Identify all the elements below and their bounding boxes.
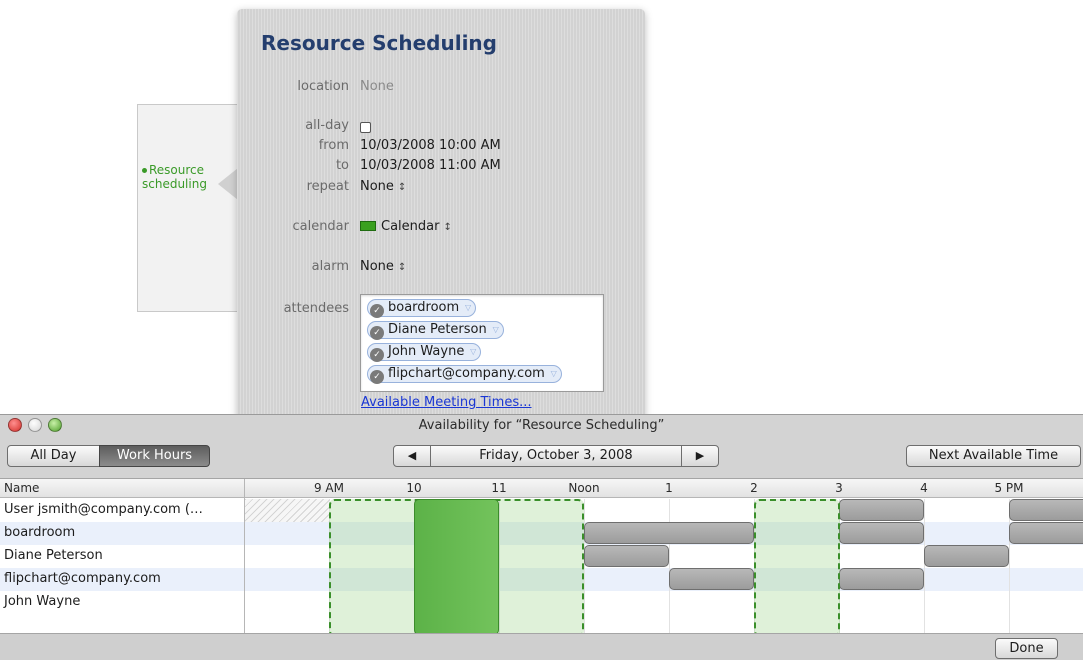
busy-block[interactable] bbox=[924, 545, 1009, 567]
event-inspector: Resource Scheduling location None all-da… bbox=[237, 9, 645, 429]
calendar-popup[interactable]: Calendar ↕ bbox=[360, 219, 452, 234]
allday-checkbox[interactable] bbox=[360, 122, 371, 133]
hour-label: 11 bbox=[491, 481, 507, 495]
busy-block[interactable] bbox=[839, 522, 924, 544]
previous-day-button[interactable]: ◀ bbox=[393, 445, 431, 467]
allday-label: all-day bbox=[305, 118, 349, 133]
busy-block[interactable] bbox=[839, 568, 924, 590]
attendee-token[interactable]: ✓ Diane Peterson ▽ bbox=[367, 321, 504, 340]
attendee-token[interactable]: ✓ John Wayne ▽ bbox=[367, 343, 482, 362]
hour-label: 3 bbox=[835, 481, 843, 495]
availability-window: Availability for “Resource Scheduling” A… bbox=[0, 414, 1083, 660]
hour-label: 1 bbox=[665, 481, 673, 495]
updown-arrows-icon: ↕ bbox=[443, 222, 452, 233]
calendar-value: Calendar bbox=[381, 219, 440, 234]
next-day-button[interactable]: ▶ bbox=[681, 445, 719, 467]
hour-label: Noon bbox=[568, 481, 600, 495]
chevron-down-icon[interactable]: ▽ bbox=[551, 366, 557, 382]
available-meeting-times-link[interactable]: Available Meeting Times... bbox=[361, 395, 532, 410]
attendee-name: flipchart@company.com bbox=[4, 571, 161, 586]
arrow-left-icon: ◀ bbox=[407, 449, 417, 462]
unavailable-hatch bbox=[245, 499, 330, 522]
name-column-header[interactable]: Name bbox=[4, 481, 39, 495]
attendee-token[interactable]: ✓ flipchart@company.com ▽ bbox=[367, 365, 562, 384]
busy-block[interactable] bbox=[1009, 499, 1083, 521]
window-titlebar[interactable]: Availability for “Resource Scheduling” bbox=[0, 415, 1083, 437]
busy-block[interactable] bbox=[1009, 522, 1083, 544]
chevron-down-icon[interactable]: ▽ bbox=[470, 344, 476, 360]
done-button[interactable]: Done bbox=[995, 638, 1058, 659]
all-day-toggle[interactable]: All Day bbox=[7, 445, 100, 467]
calendar-day-view bbox=[137, 104, 247, 312]
checkmark-icon: ✓ bbox=[370, 370, 384, 384]
hour-gridline bbox=[584, 499, 585, 633]
hour-label: 4 bbox=[920, 481, 928, 495]
busy-block[interactable] bbox=[584, 545, 669, 567]
available-time-zone[interactable] bbox=[754, 499, 840, 633]
location-field[interactable]: None bbox=[360, 79, 394, 94]
busy-block[interactable] bbox=[584, 522, 754, 544]
repeat-value: None bbox=[360, 179, 394, 194]
checkmark-icon: ✓ bbox=[370, 348, 384, 362]
event-title-field[interactable]: Resource Scheduling bbox=[261, 31, 497, 55]
bottom-bar: Done bbox=[0, 633, 1083, 660]
calendar-label: calendar bbox=[292, 219, 349, 234]
attendee-name: boardroom bbox=[4, 525, 76, 540]
location-label: location bbox=[297, 79, 349, 94]
hour-gridline bbox=[669, 499, 670, 633]
attendee-name: User jsmith@company.com (… bbox=[4, 502, 203, 517]
busy-block[interactable] bbox=[669, 568, 754, 590]
event-dot-icon bbox=[142, 168, 147, 173]
busy-block[interactable] bbox=[839, 499, 924, 521]
alarm-label: alarm bbox=[311, 259, 349, 274]
hour-label: 10 bbox=[406, 481, 422, 495]
chevron-down-icon[interactable]: ▽ bbox=[493, 322, 499, 338]
next-available-time-button[interactable]: Next Available Time bbox=[906, 445, 1081, 467]
from-label: from bbox=[318, 138, 349, 153]
to-label: to bbox=[335, 158, 349, 173]
calendar-color-swatch bbox=[360, 221, 376, 231]
hour-label: 2 bbox=[750, 481, 758, 495]
window-title: Availability for “Resource Scheduling” bbox=[418, 418, 665, 433]
checkmark-icon: ✓ bbox=[370, 326, 384, 340]
checkmark-icon: ✓ bbox=[370, 304, 384, 318]
attendees-field[interactable]: ✓ boardroom ▽ ✓ Diane Peterson ▽ ✓ John Wayne… bbox=[360, 294, 604, 392]
from-datetime-field[interactable]: 10/03/2008 10:00 AM bbox=[360, 138, 501, 153]
updown-arrows-icon: ↕ bbox=[397, 182, 407, 193]
repeat-label: repeat bbox=[306, 179, 349, 194]
repeat-popup[interactable]: None ↕ bbox=[360, 179, 406, 194]
calendar-event-resource-scheduling[interactable]: Resource scheduling bbox=[142, 163, 207, 191]
arrow-right-icon: ▶ bbox=[695, 449, 705, 462]
meeting-time-block[interactable] bbox=[414, 499, 499, 633]
hour-label: 9 AM bbox=[313, 481, 344, 495]
attendee-name: Diane Peterson bbox=[4, 548, 103, 563]
updown-arrows-icon: ↕ bbox=[397, 262, 407, 273]
attendee-name: John Wayne bbox=[4, 594, 81, 609]
chevron-down-icon[interactable]: ▽ bbox=[465, 300, 471, 316]
event-title: Resource scheduling bbox=[142, 163, 207, 191]
availability-grid: Name 9 AM 10 11 Noon 1 2 3 4 5 PM User j… bbox=[0, 478, 1083, 633]
hour-gridline bbox=[924, 499, 925, 633]
to-datetime-field[interactable]: 10/03/2008 11:00 AM bbox=[360, 158, 501, 173]
work-hours-toggle[interactable]: Work Hours bbox=[99, 445, 210, 467]
hour-label: 5 PM bbox=[994, 481, 1024, 495]
grid-header: Name 9 AM 10 11 Noon 1 2 3 4 5 PM bbox=[0, 479, 1083, 498]
alarm-value: None bbox=[360, 259, 394, 274]
alarm-popup[interactable]: None ↕ bbox=[360, 259, 406, 274]
date-display: Friday, October 3, 2008 bbox=[430, 445, 682, 467]
popover-pointer bbox=[218, 168, 238, 200]
attendee-token[interactable]: ✓ boardroom ▽ bbox=[367, 299, 477, 318]
attendees-label: attendees bbox=[283, 301, 349, 316]
